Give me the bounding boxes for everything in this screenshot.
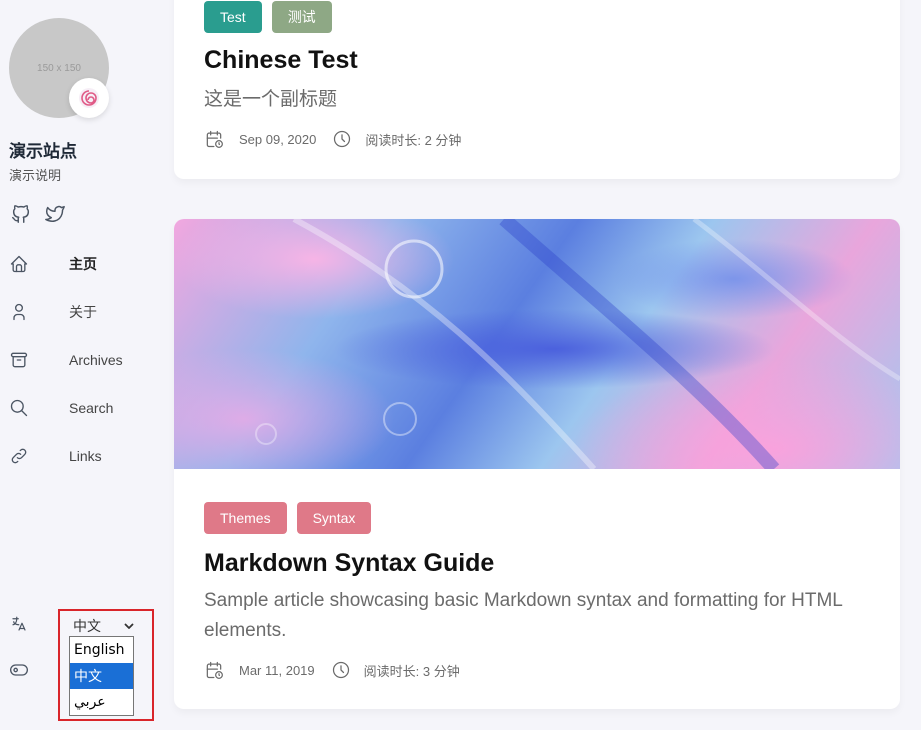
- post-tags: Test 测试: [204, 1, 332, 33]
- post-card[interactable]: Themes Syntax Markdown Syntax Guide Samp…: [174, 219, 900, 709]
- menu-item-label: Links: [69, 448, 102, 464]
- clock-icon: [332, 661, 349, 679]
- site-name[interactable]: 演示站点: [9, 137, 77, 162]
- language-option-arabic[interactable]: عربي: [70, 689, 133, 715]
- language-select-value: 中文: [73, 618, 101, 634]
- post-subtitle: 这是一个副标题: [204, 89, 338, 110]
- language-options-list: English 中文 عربي: [69, 636, 134, 716]
- tag-test[interactable]: Test: [204, 1, 262, 33]
- post-cover-image[interactable]: [174, 219, 900, 469]
- post-title[interactable]: Markdown Syntax Guide: [204, 549, 494, 578]
- tag-syntax[interactable]: Syntax: [296, 502, 372, 534]
- language-select[interactable]: 中文: [73, 617, 135, 635]
- post-date: Mar 11, 2019: [239, 662, 315, 678]
- calendar-icon: [206, 661, 223, 679]
- post-reading-time: 阅读时长: 2 分钟: [365, 132, 462, 148]
- post-subtitle: Sample article showcasing basic Markdown…: [204, 590, 843, 641]
- twitter-icon[interactable]: [44, 203, 66, 225]
- menu-item-label: Archives: [69, 352, 123, 368]
- post-tags: Themes Syntax: [204, 502, 372, 534]
- menu-item-links[interactable]: Links: [0, 432, 160, 480]
- calendar-icon: [206, 130, 223, 148]
- chevron-down-icon: [124, 623, 134, 629]
- post-card[interactable]: Test 测试 Chinese Test 这是一个副标题 Sep 09, 202…: [174, 0, 900, 179]
- search-icon: [10, 399, 28, 417]
- post-meta: Mar 11, 2019 阅读时长: 3 分钟: [204, 660, 460, 680]
- tag-ceshi[interactable]: 测试: [271, 1, 332, 33]
- menu-item-about[interactable]: 关于: [0, 288, 160, 336]
- home-icon: [10, 255, 28, 273]
- menu-item-home[interactable]: 主页: [0, 240, 160, 288]
- post-date: Sep 09, 2020: [239, 131, 317, 147]
- avatar[interactable]: 150 x 150: [9, 18, 109, 118]
- menu-item-archives[interactable]: Archives: [0, 336, 160, 384]
- post-meta: Sep 09, 2020 阅读时长: 2 分钟: [204, 129, 461, 149]
- toggle-icon[interactable]: [9, 660, 29, 680]
- archive-icon: [10, 352, 28, 368]
- link-icon: [11, 448, 27, 464]
- github-icon[interactable]: [10, 203, 32, 225]
- tag-themes[interactable]: Themes: [204, 502, 287, 534]
- site-description: 演示说明: [9, 168, 62, 183]
- language-option-english[interactable]: English: [70, 637, 133, 663]
- post-title[interactable]: Chinese Test: [204, 46, 358, 75]
- avatar-emoji-icon: [69, 78, 109, 118]
- user-icon: [13, 303, 25, 321]
- menu-item-label: Search: [69, 400, 114, 416]
- clock-icon: [334, 130, 351, 148]
- post-reading-time: 阅读时长: 3 分钟: [363, 663, 460, 679]
- main-menu: 主页 关于 Archives Search Links: [0, 240, 160, 480]
- language-option-chinese[interactable]: 中文: [70, 663, 133, 689]
- social-links: [10, 203, 66, 225]
- menu-item-label: 关于: [69, 304, 97, 320]
- menu-item-search[interactable]: Search: [0, 384, 160, 432]
- language-icon: [12, 616, 26, 631]
- menu-item-label: 主页: [69, 256, 97, 272]
